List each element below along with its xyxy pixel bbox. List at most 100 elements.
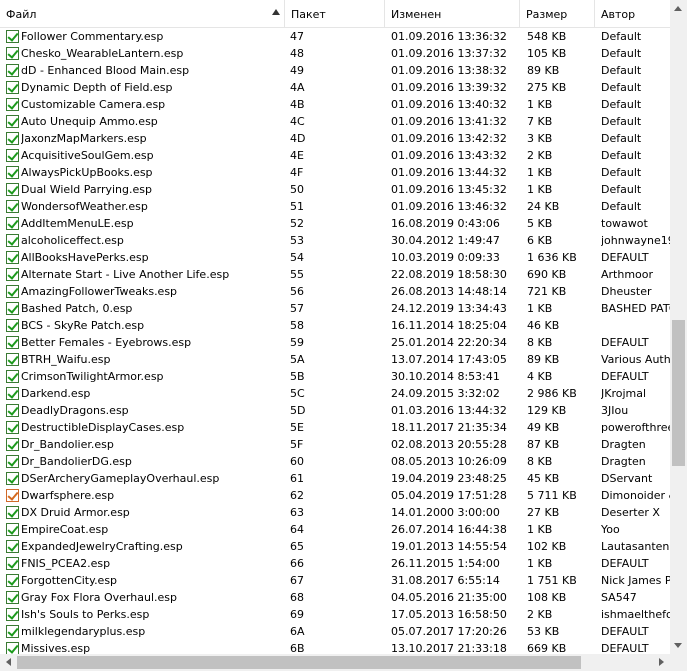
column-header-modified[interactable]: Изменен — [385, 0, 520, 27]
checkbox-checked-icon[interactable] — [6, 574, 19, 587]
table-row[interactable]: Dwarfsphere.esp 62 05.04.2019 17:51:28 5 71… — [0, 487, 670, 504]
checkbox-checked-icon[interactable] — [6, 149, 19, 162]
checkbox-checked-icon[interactable] — [6, 302, 19, 315]
table-row[interactable]: WondersofWeather.esp 51 01.09.2016 13:46:3… — [0, 198, 670, 215]
table-row[interactable]: alcoholiceffect.esp 53 30.04.2012 1:49:47 6… — [0, 232, 670, 249]
checkbox-checked-icon[interactable] — [6, 438, 19, 451]
author-name: Default — [601, 183, 642, 196]
checkbox-checked-icon[interactable] — [6, 557, 19, 570]
table-row[interactable]: dD - Enhanced Blood Main.esp 49 01.09.2016… — [0, 62, 670, 79]
table-row[interactable]: JaxonzMapMarkers.esp 4D 01.09.2016 13:42:3… — [0, 130, 670, 147]
checkbox-checked-icon[interactable] — [6, 472, 19, 485]
file-name: AllBooksHavePerks.esp — [21, 251, 149, 264]
table-row[interactable]: AmazingFollowerTweaks.esp 56 26.08.2013 14… — [0, 283, 670, 300]
table-row[interactable]: Bashed Patch, 0.esp 57 24.12.2019 13:34:43… — [0, 300, 670, 317]
column-header-size[interactable]: Размер — [520, 0, 595, 27]
file-name: Chesko_WearableLantern.esp — [21, 47, 184, 60]
checkbox-checked-icon[interactable] — [6, 625, 19, 638]
checkbox-checked-icon[interactable] — [6, 353, 19, 366]
modified-date: 01.09.2016 13:38:32 — [391, 64, 507, 77]
checkbox-checked-icon[interactable] — [6, 540, 19, 553]
scroll-right-arrow-icon[interactable] — [659, 658, 664, 666]
table-row[interactable]: ExpandedJewelryCrafting.esp 65 19.01.2013 … — [0, 538, 670, 555]
author-name: ishmaelthefors — [601, 608, 670, 621]
table-row[interactable]: FNIS_PCEA2.esp 66 26.11.2015 1:54:00 1 KB DE… — [0, 555, 670, 572]
table-row[interactable]: Dr_Bandolier.esp 5F 02.08.2013 20:55:28 87 … — [0, 436, 670, 453]
vertical-scrollbar[interactable] — [670, 0, 687, 654]
horizontal-scrollbar[interactable] — [0, 654, 670, 671]
checkbox-checked-icon[interactable] — [6, 251, 19, 264]
table-row[interactable]: Ish's Souls to Perks.esp 69 17.05.2013 16:… — [0, 606, 670, 623]
checkbox-checked-icon[interactable] — [6, 30, 19, 43]
table-row[interactable]: milklegendaryplus.esp 6A 05.07.2017 17:20:… — [0, 623, 670, 640]
table-row[interactable]: Gray Fox Flora Overhaul.esp 68 04.05.2016 … — [0, 589, 670, 606]
table-row[interactable]: DX Druid Armor.esp 63 14.01.2000 3:00:00 27… — [0, 504, 670, 521]
checkbox-checked-icon[interactable] — [6, 98, 19, 111]
checkbox-checked-icon[interactable] — [6, 285, 19, 298]
table-row[interactable]: DeadlyDragons.esp 5D 01.03.2016 13:44:32 12… — [0, 402, 670, 419]
table-row[interactable]: Chesko_WearableLantern.esp 48 01.09.2016 1… — [0, 45, 670, 62]
table-row[interactable]: AddItemMenuLE.esp 52 16.08.2019 0:43:06 5 K… — [0, 215, 670, 232]
table-row[interactable]: Alternate Start - Live Another Life.esp 5… — [0, 266, 670, 283]
vertical-scrollbar-thumb[interactable] — [672, 320, 685, 466]
column-header-bar: Файл Пакет Изменен Размер Автор — [0, 0, 670, 28]
checkbox-checked-icon[interactable] — [6, 506, 19, 519]
checkbox-checked-icon[interactable] — [6, 200, 19, 213]
table-row[interactable]: BTRH_Waifu.esp 5A 13.07.2014 17:43:05 89 KB… — [0, 351, 670, 368]
table-row[interactable]: AcquisitiveSoulGem.esp 4E 01.09.2016 13:43… — [0, 147, 670, 164]
table-row[interactable]: Better Females - Eyebrows.esp 59 25.01.201… — [0, 334, 670, 351]
table-row[interactable]: Darkend.esp 5C 24.09.2015 3:32:02 2 986 KB J… — [0, 385, 670, 402]
table-row[interactable]: EmpireCoat.esp 64 26.07.2014 16:44:38 1 KB Y… — [0, 521, 670, 538]
checkbox-checked-icon[interactable] — [6, 319, 19, 332]
checkbox-checked-icon[interactable] — [6, 404, 19, 417]
table-row[interactable]: ForgottenCity.esp 67 31.08.2017 6:55:14 1 7… — [0, 572, 670, 589]
horizontal-scrollbar-thumb[interactable] — [17, 656, 581, 669]
file-size: 45 KB — [527, 472, 560, 485]
checkbox-checked-icon[interactable] — [6, 523, 19, 536]
checkbox-checked-icon[interactable] — [6, 64, 19, 77]
load-index: 5F — [290, 438, 304, 451]
table-row[interactable]: Follower Commentary.esp 47 01.09.2016 13:3… — [0, 28, 670, 45]
checkbox-checked-icon[interactable] — [6, 166, 19, 179]
table-row[interactable]: AllBooksHavePerks.esp 54 10.03.2019 0:09:3… — [0, 249, 670, 266]
load-index: 63 — [290, 506, 304, 519]
checkbox-checked-icon[interactable] — [6, 132, 19, 145]
checkbox-checked-icon[interactable] — [6, 234, 19, 247]
file-name: Dual Wield Parrying.esp — [21, 183, 152, 196]
checkbox-checked-icon[interactable] — [6, 387, 19, 400]
table-row[interactable]: CrimsonTwilightArmor.esp 5B 30.10.2014 8:5… — [0, 368, 670, 385]
table-row[interactable]: Auto Unequip Ammo.esp 4C 01.09.2016 13:41:… — [0, 113, 670, 130]
checkbox-checked-icon[interactable] — [6, 268, 19, 281]
table-row[interactable]: Dual Wield Parrying.esp 50 01.09.2016 13:4… — [0, 181, 670, 198]
load-index: 6A — [290, 625, 305, 638]
checkbox-checked-icon[interactable] — [6, 47, 19, 60]
table-row[interactable]: BCS - SkyRe Patch.esp 58 16.11.2014 18:25:… — [0, 317, 670, 334]
file-name: Dwarfsphere.esp — [21, 489, 115, 502]
checkbox-checked-icon[interactable] — [6, 421, 19, 434]
checkbox-checked-icon[interactable] — [6, 336, 19, 349]
checkbox-checked-icon[interactable] — [6, 81, 19, 94]
checkbox-checked-icon[interactable] — [6, 217, 19, 230]
scroll-left-arrow-icon[interactable] — [6, 658, 11, 666]
checkbox-checked-icon[interactable] — [6, 591, 19, 604]
checkbox-checked-icon[interactable] — [6, 455, 19, 468]
table-row[interactable]: Dr_BandolierDG.esp 60 08.05.2013 10:26:09 8… — [0, 453, 670, 470]
checkbox-checked-icon[interactable] — [6, 370, 19, 383]
table-row[interactable]: DSerArcheryGameplayOverhaul.esp 61 19.04.2… — [0, 470, 670, 487]
table-row[interactable]: Customizable Camera.esp 4B 01.09.2016 13:4… — [0, 96, 670, 113]
column-header-author[interactable]: Автор — [595, 0, 670, 27]
load-index: 5D — [290, 404, 306, 417]
table-row[interactable]: DestructibleDisplayCases.esp 5E 18.11.2017… — [0, 419, 670, 436]
scroll-down-arrow-icon[interactable] — [674, 643, 682, 648]
checkbox-checked-icon[interactable] — [6, 608, 19, 621]
file-name: Darkend.esp — [21, 387, 91, 400]
column-header-group[interactable]: Пакет — [285, 0, 385, 27]
warning-checkbox-icon[interactable] — [6, 489, 19, 502]
table-row[interactable]: Dynamic Depth of Field.esp 4A 01.09.2016 1… — [0, 79, 670, 96]
scroll-up-arrow-icon[interactable] — [674, 6, 682, 11]
checkbox-checked-icon[interactable] — [6, 183, 19, 196]
file-size: 53 KB — [527, 625, 560, 638]
table-row[interactable]: AlwaysPickUpBooks.esp 4F 01.09.2016 13:44:… — [0, 164, 670, 181]
checkbox-checked-icon[interactable] — [6, 115, 19, 128]
column-header-name[interactable]: Файл — [0, 0, 285, 27]
